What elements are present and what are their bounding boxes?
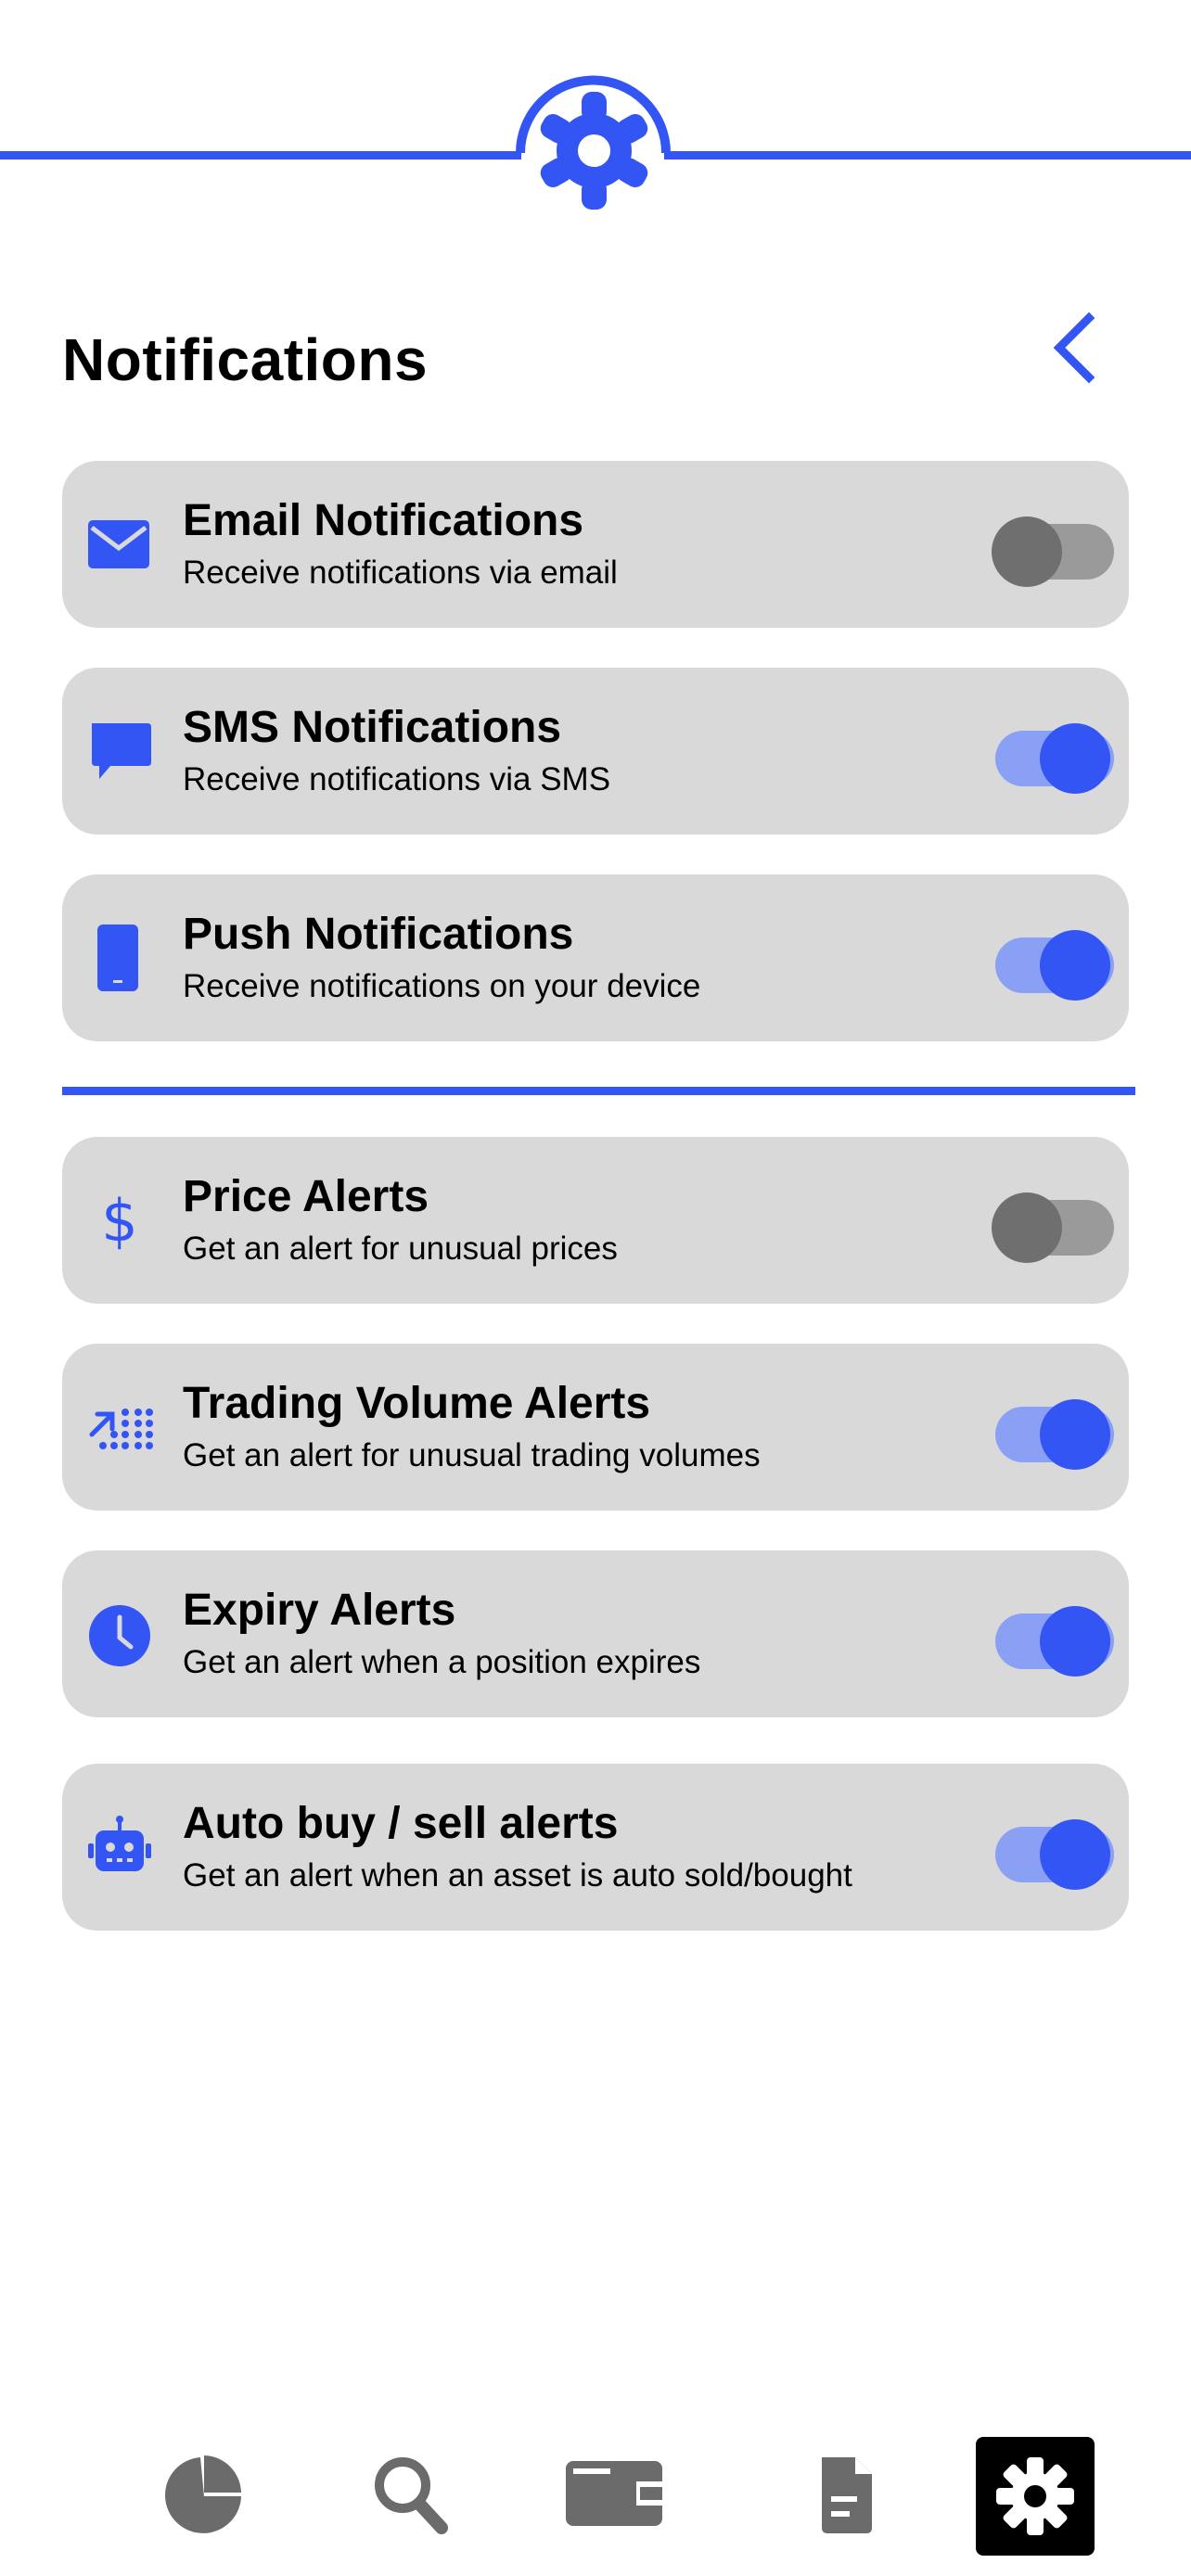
expiry-alerts-toggle[interactable] xyxy=(986,1589,1116,1677)
trending-volume-icon xyxy=(89,1409,153,1449)
setting-description: Get an alert for unusual prices xyxy=(183,1231,618,1267)
email-notifications-toggle[interactable] xyxy=(986,500,1116,587)
trading-volume-alerts-card: Trading Volume Alerts Get an alert for u… xyxy=(62,1344,1129,1511)
toggle-knob xyxy=(1040,1606,1110,1677)
gear-icon xyxy=(996,2457,1074,2535)
toggle-knob xyxy=(992,516,1062,587)
gear-icon xyxy=(536,92,652,210)
mobile-phone-icon xyxy=(97,925,138,991)
setting-title: Push Notifications xyxy=(183,910,574,959)
toggle-knob xyxy=(1040,1819,1110,1890)
sms-notifications-toggle[interactable] xyxy=(986,707,1116,794)
sms-notifications-card: SMS Notifications Receive notifications … xyxy=(62,668,1129,835)
header-line-right xyxy=(664,151,1191,159)
expiry-alerts-card: Expiry Alerts Get an alert when a positi… xyxy=(62,1550,1129,1717)
document-icon[interactable] xyxy=(814,2437,879,2556)
setting-description: Receive notifications via SMS xyxy=(183,761,611,797)
setting-title: Email Notifications xyxy=(183,496,584,545)
header-line-left xyxy=(0,151,521,159)
setting-description: Get an alert for unusual trading volumes xyxy=(183,1437,761,1473)
chat-bubble-icon xyxy=(92,723,151,779)
pie-chart-icon[interactable] xyxy=(160,2437,252,2556)
toggle-knob xyxy=(992,1192,1062,1263)
section-divider xyxy=(62,1087,1135,1095)
nav-settings-button[interactable] xyxy=(976,2437,1095,2556)
clock-icon xyxy=(89,1605,150,1666)
auto-buy-sell-alerts-toggle[interactable] xyxy=(986,1803,1116,1890)
setting-description: Get an alert when an asset is auto sold/… xyxy=(183,1857,852,1894)
setting-title: Expiry Alerts xyxy=(183,1586,456,1635)
setting-title: Price Alerts xyxy=(183,1172,429,1221)
setting-description: Receive notifications on your device xyxy=(183,968,701,1004)
dollar-icon: $ xyxy=(101,1187,137,1255)
setting-description: Receive notifications via email xyxy=(183,555,618,591)
search-icon[interactable] xyxy=(367,2437,460,2556)
wallet-icon[interactable] xyxy=(562,2437,666,2556)
toggle-knob xyxy=(1040,930,1110,1001)
push-notifications-card: Push Notifications Receive notifications… xyxy=(62,874,1129,1041)
toggle-knob xyxy=(1040,723,1110,794)
trading-volume-alerts-toggle[interactable] xyxy=(986,1383,1116,1470)
auto-buy-sell-alerts-card: Auto buy / sell alerts Get an alert when… xyxy=(62,1764,1129,1931)
chevron-left-icon[interactable] xyxy=(1046,311,1102,385)
push-notifications-toggle[interactable] xyxy=(986,913,1116,1001)
toggle-knob xyxy=(1040,1399,1110,1470)
svg-text:$: $ xyxy=(101,1187,137,1255)
setting-title: SMS Notifications xyxy=(183,703,562,752)
setting-title: Auto buy / sell alerts xyxy=(183,1799,619,1848)
page-title: Notifications xyxy=(62,326,429,393)
robot-icon xyxy=(88,1816,151,1871)
setting-description: Get an alert when a position expires xyxy=(183,1644,701,1680)
email-notifications-card: Email Notifications Receive notification… xyxy=(62,461,1129,628)
setting-title: Trading Volume Alerts xyxy=(183,1379,651,1428)
envelope-icon xyxy=(88,520,149,568)
price-alerts-toggle[interactable] xyxy=(986,1176,1116,1263)
price-alerts-card: $ Price Alerts Get an alert for unusual … xyxy=(62,1137,1129,1304)
